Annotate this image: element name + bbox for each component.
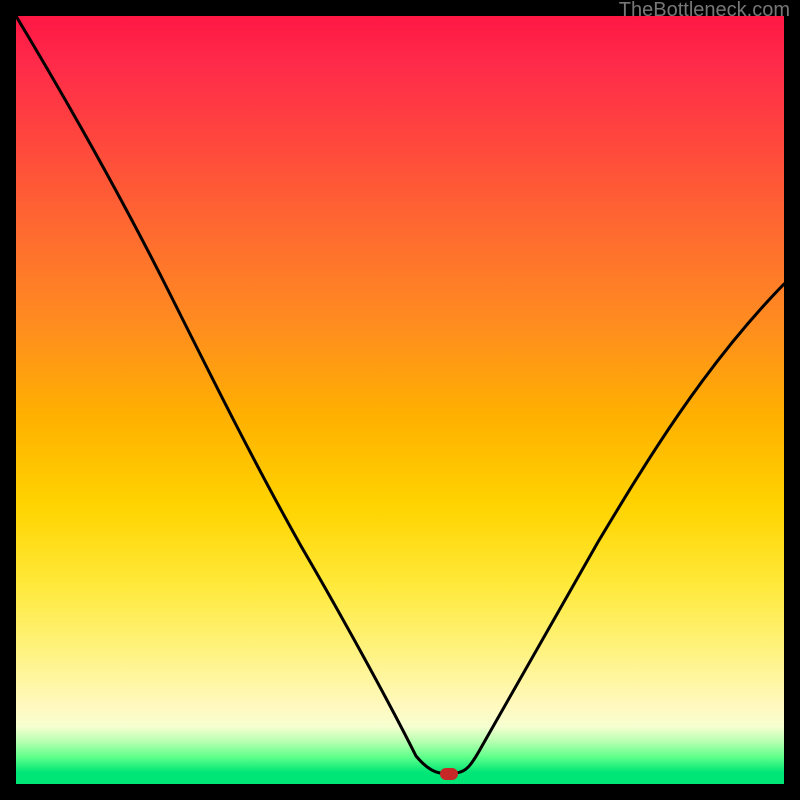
- chart-frame: TheBottleneck.com: [0, 0, 800, 800]
- min-marker: [440, 768, 458, 780]
- plot-area: [16, 16, 784, 784]
- bottleneck-curve: [16, 16, 784, 773]
- chart-svg: [16, 16, 784, 784]
